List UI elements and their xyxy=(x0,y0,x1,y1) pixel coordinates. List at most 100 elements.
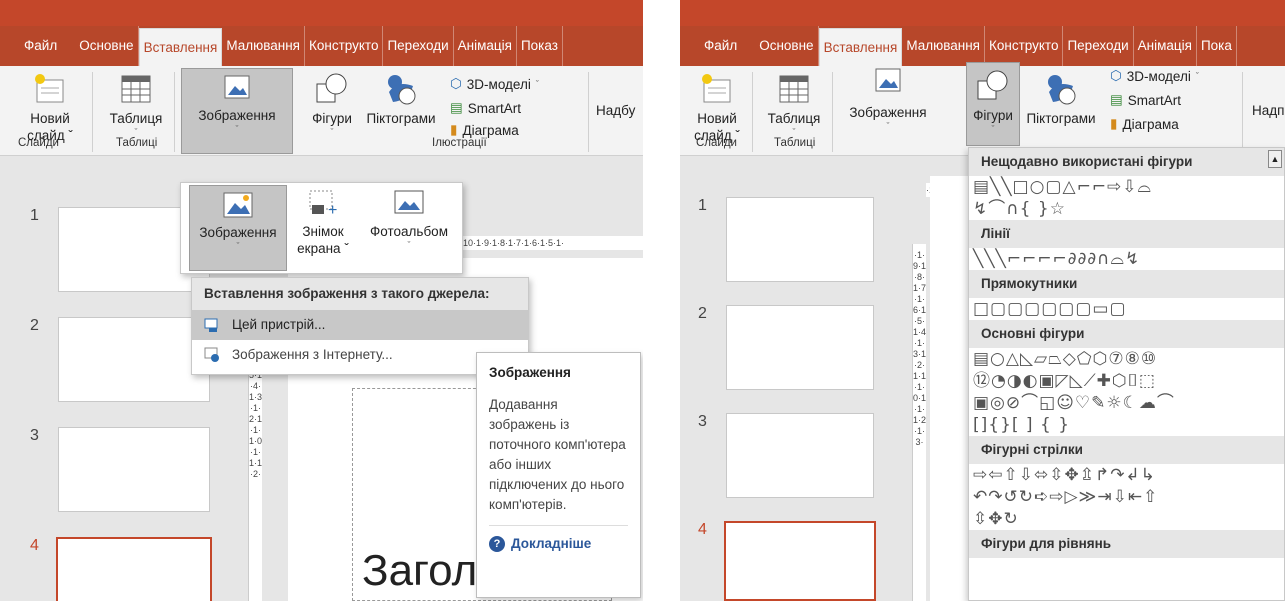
tab-draw[interactable]: Малювання xyxy=(902,26,985,66)
divider xyxy=(832,72,833,152)
shapes-row[interactable]: ╲╲╲⌐⌐⌐⌐∂∂∂∩⌓↯ xyxy=(969,248,1284,270)
tab-file[interactable]: Файл xyxy=(700,26,755,66)
vertical-ruler: ·1·9·1·8·1·7·1·6·1·5·1·4·1·3·1·2·1·1·1·0… xyxy=(912,244,926,601)
icons-label: Піктограми xyxy=(1026,111,1096,126)
tooltip: Зображення Додавання зображень із поточн… xyxy=(476,352,641,598)
new-slide-button[interactable]: Новий слайд ˇ xyxy=(22,72,78,144)
screenshot-label: Знімок xyxy=(302,224,344,239)
scroll-up-button[interactable]: ▲ xyxy=(1268,150,1282,168)
svg-text:+: + xyxy=(328,202,337,219)
chart-button[interactable]: ▮ Діаграма xyxy=(1110,116,1179,132)
slide-thumbnail[interactable] xyxy=(726,305,874,390)
addins-button[interactable]: Надп xyxy=(1252,102,1285,119)
smartart-button[interactable]: ▤ SmartArt xyxy=(450,100,521,116)
tab-design[interactable]: Конструкто xyxy=(305,26,384,66)
shapes-row[interactable]: ▤○△◺▱⏢◇⬠⬡⑦⑧⑩ xyxy=(969,348,1284,370)
tab-draw[interactable]: Малювання xyxy=(222,26,305,66)
chart-label: Діаграма xyxy=(1122,116,1179,132)
divider xyxy=(752,72,753,152)
group-label-illustrations: Ілюстрації xyxy=(432,137,487,149)
photo-album-button[interactable]: Фотоальбом ˇ xyxy=(361,189,457,250)
new-slide-label: Новий xyxy=(30,111,70,126)
title-bar xyxy=(680,0,1285,26)
slide-number: 1 xyxy=(698,197,707,214)
chart-icon: ▮ xyxy=(450,122,458,137)
shapes-gallery: ▲ Нещодавно використані фігури ▤╲╲□○▢△⌐⌐… xyxy=(968,147,1285,601)
shapes-row[interactable]: ↶↷↺↻➪⇨▷≫⇥⇩⇤⇧ xyxy=(969,486,1284,508)
group-label-tables: Таблиці xyxy=(774,137,816,149)
tab-home[interactable]: Основне xyxy=(75,26,139,66)
learn-more-label: Докладніше xyxy=(511,536,592,551)
ribbon-tabs: Файл Основне Вставлення Малювання Констр… xyxy=(0,26,643,66)
tab-animations[interactable]: Анімація xyxy=(454,26,517,66)
section-basic-shapes: Основні фігури xyxy=(969,320,1284,348)
ribbon: Новий слайд ˇ Таблиця ˇ Зображення ˇ Фіг… xyxy=(680,62,1285,156)
icons-button[interactable]: Піктограми xyxy=(1020,72,1102,127)
images-button[interactable]: Зображення ˇ xyxy=(181,68,293,154)
tab-animations[interactable]: Анімація xyxy=(1134,26,1197,66)
shapes-row[interactable]: ⇨⇦⇧⇩⬄⇳✥⇫↱↷↲↳ xyxy=(969,464,1284,486)
addins-button[interactable]: Надбу xyxy=(596,102,643,119)
shapes-button[interactable]: Фігури ˇ xyxy=(966,62,1020,146)
ribbon: Новий слайд ˇ Таблиця ˇ Зображення ˇ Фіг… xyxy=(0,66,643,156)
slide-thumbnail[interactable] xyxy=(58,427,210,512)
images-submenu-button[interactable]: Зображення ˇ xyxy=(189,185,287,271)
slide-thumbnail[interactable] xyxy=(726,413,874,498)
tab-transitions[interactable]: Переходи xyxy=(1063,26,1134,66)
tab-transitions[interactable]: Переходи xyxy=(383,26,454,66)
smartart-icon: ▤ xyxy=(1110,92,1123,107)
tab-design[interactable]: Конструкто xyxy=(985,26,1064,66)
tab-insert[interactable]: Вставлення xyxy=(818,28,903,66)
shapes-row[interactable]: ⇳✥↻ xyxy=(969,508,1284,530)
chevron-down-icon: ˇ xyxy=(407,240,411,250)
icons-button[interactable]: Піктограми xyxy=(360,72,442,127)
images-label: Зображення xyxy=(849,105,927,120)
shapes-row[interactable]: ⑫◔◑◐▣◸◺⟋✚⬡⌷⬚ xyxy=(969,370,1284,392)
slide-thumbnail-active[interactable] xyxy=(56,537,212,601)
chevron-down-icon: ˇ xyxy=(1195,71,1199,81)
this-device-item[interactable]: Цей пристрій... xyxy=(192,310,528,340)
tab-slideshow[interactable]: Пока xyxy=(1197,26,1237,66)
smartart-button[interactable]: ▤ SmartArt xyxy=(1110,92,1181,108)
shapes-row[interactable]: []{}[ ] { } xyxy=(969,414,1284,436)
tab-home[interactable]: Основне xyxy=(755,26,819,66)
chart-button[interactable]: ▮ Діаграма xyxy=(450,122,519,138)
screenshot-icon: + xyxy=(309,190,337,219)
3d-models-button[interactable]: ⬡ 3D-моделі ˇ xyxy=(450,76,539,92)
table-button[interactable]: Таблиця ˇ xyxy=(102,72,170,137)
slide-number: 4 xyxy=(698,521,707,538)
tab-insert[interactable]: Вставлення xyxy=(138,28,223,66)
shapes-label: Фігури xyxy=(973,108,1013,123)
smartart-icon: ▤ xyxy=(450,100,463,115)
left-screenshot: Файл Основне Вставлення Малювання Констр… xyxy=(0,0,643,601)
learn-more-link[interactable]: ? Докладніше xyxy=(489,525,628,554)
slide-number: 3 xyxy=(698,413,707,430)
chevron-down-icon: ˇ xyxy=(330,127,334,137)
new-slide-button[interactable]: Новий слайд ˇ xyxy=(692,72,742,144)
this-device-label: Цей пристрій... xyxy=(232,317,326,332)
shapes-row[interactable]: ▤╲╲□○▢△⌐⌐⇨⇩⌓ xyxy=(969,176,1284,198)
screenshot-button[interactable]: + Знімок екрана ˇ xyxy=(289,189,357,257)
section-rectangles: Прямокутники xyxy=(969,270,1284,298)
tab-file[interactable]: Файл xyxy=(20,26,75,66)
chevron-down-icon: ˇ xyxy=(235,124,239,134)
shapes-button[interactable]: Фігури ˇ xyxy=(302,72,362,137)
shapes-row[interactable]: □▢▢▢▢▢▢▭▢ xyxy=(969,298,1284,320)
shapes-row[interactable]: ▣◎⊘⌒◱☺♡✎☼☾☁⌒ xyxy=(969,392,1284,414)
chevron-down-icon: ˇ xyxy=(134,127,138,137)
slide-thumbnail[interactable] xyxy=(58,317,210,402)
slide-thumbnail-active[interactable] xyxy=(724,521,876,601)
icons-label: Піктограми xyxy=(366,111,436,126)
shapes-row[interactable]: ↯⌒∩{ }☆ xyxy=(969,198,1284,220)
chevron-down-icon: ˇ xyxy=(991,124,995,134)
section-recent-shapes: Нещодавно використані фігури xyxy=(969,148,1284,176)
smartart-label: SmartArt xyxy=(1127,92,1182,108)
3d-models-button[interactable]: ⬡ 3D-моделі ˇ xyxy=(1110,68,1199,84)
slide-thumbnail[interactable] xyxy=(726,197,874,282)
tab-slideshow[interactable]: Показ xyxy=(517,26,563,66)
images-label: Зображення xyxy=(198,108,276,123)
images-button[interactable]: Зображення ˇ xyxy=(838,66,938,131)
table-button[interactable]: Таблиця ˇ xyxy=(762,72,826,137)
slide-canvas[interactable] xyxy=(930,176,968,601)
smartart-label: SmartArt xyxy=(467,100,522,116)
